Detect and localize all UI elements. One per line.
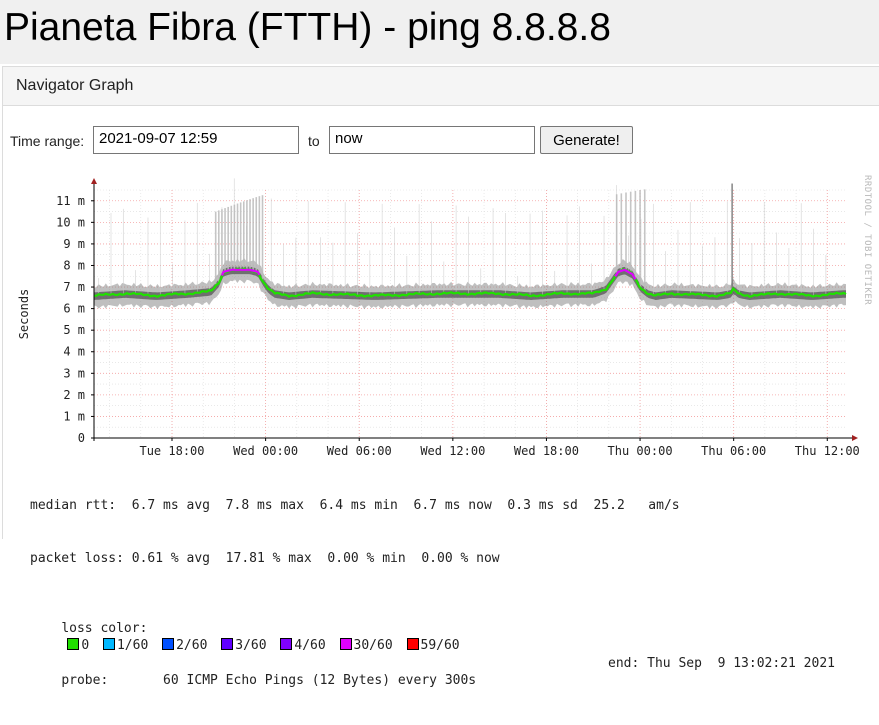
panel-header: Navigator Graph [3,67,879,106]
smoke-band [94,258,846,310]
y-tick-label: 2 m [63,388,85,402]
loss-swatch-3 [221,638,234,650]
y-tick-label: 5 m [63,323,85,337]
y-axis-label: Seconds [17,289,31,340]
median-rtt-row: median rtt: 6.7 ms avg 7.8 ms max 6.4 ms… [30,498,680,513]
loss-label-3: 3/60 [235,638,275,653]
time-range-label: Time range: [10,133,85,149]
loss-label-5: 30/60 [353,638,401,653]
x-tick-label: Thu 06:00 [701,444,766,458]
loss-swatch-0 [67,638,80,650]
y-tick-label: 10 m [56,215,85,229]
x-axis-arrow [852,435,858,441]
time-range-form: Time range: 2021-09-07 12:59 to now Gene… [8,125,868,155]
loss-label-4: 4/60 [294,638,334,653]
end-time-input[interactable]: now [329,126,535,154]
panel-title: Navigator Graph [16,77,134,94]
y-tick-label: 1 m [63,409,85,423]
ping-graph: 0 1 m 2 m 3 m 4 m 5 m 6 m 7 m 8 m 9 m 10 m 11 m Tue … [17,178,860,458]
probe-row: probe: 60 ICMP Echo Pings (12 Bytes) eve… [30,655,835,689]
loss-swatch-5 [339,638,352,650]
y-tick-label: 11 m [56,194,85,208]
x-tick-label: Wed 18:00 [514,444,579,458]
loss-label-0: 0 [81,638,97,653]
start-time-input[interactable]: 2021-09-07 12:59 [93,126,299,154]
title-bar: Pianeta Fibra (FTTH) - ping 8.8.8.8 [0,0,879,64]
y-tick-label: 0 [78,431,85,445]
loss-color-items: 0 1/60 2/60 3/60 4/60 30/60 59/60 [61,638,467,653]
y-tick-label: 8 m [63,258,85,272]
loss-label-6: 59/60 [420,638,468,653]
rrdtool-watermark: RRDTOOL / TOBI OETIKER [862,175,872,306]
x-tick-label: Tue 18:00 [139,444,204,458]
loss-color-label: loss color: [61,620,148,636]
loss-label-1: 1/60 [116,638,157,653]
loss-color-row: loss color: 0 1/60 2/60 3/60 4/60 30/60 … [30,602,680,654]
to-label: to [308,133,320,149]
graph-legend: median rtt: 6.7 ms avg 7.8 ms max 6.4 ms… [30,462,835,690]
loss-swatch-1 [102,638,115,650]
y-tick-label: 4 m [63,345,85,359]
y-tick-label: 7 m [63,280,85,294]
packet-loss-row: packet loss: 0.61 % avg 17.81 % max 0.00… [30,550,500,566]
loss-swatch-6 [406,638,419,650]
loss-swatch-2 [162,638,175,650]
x-tick-label: Wed 06:00 [327,444,392,458]
page-title: Pianeta Fibra (FTTH) - ping 8.8.8.8 [4,6,611,49]
loss-swatch-4 [280,638,293,650]
probe-text: probe: 60 ICMP Echo Pings (12 Bytes) eve… [61,673,477,688]
x-tick-label: Thu 00:00 [608,444,673,458]
x-tick-label: Wed 00:00 [233,444,298,458]
loss-label-2: 2/60 [176,638,216,653]
y-tick-label: 6 m [63,302,85,316]
y-axis-arrow [91,178,97,184]
end-time-text: end: Thu Sep 9 13:02:21 2021 [608,655,835,671]
y-tick-label: 9 m [63,237,85,251]
x-tick-label: Wed 12:00 [420,444,485,458]
generate-button[interactable]: Generate! [540,126,633,154]
y-tick-label: 3 m [63,366,85,380]
x-tick-label: Thu 12:00 [795,444,860,458]
